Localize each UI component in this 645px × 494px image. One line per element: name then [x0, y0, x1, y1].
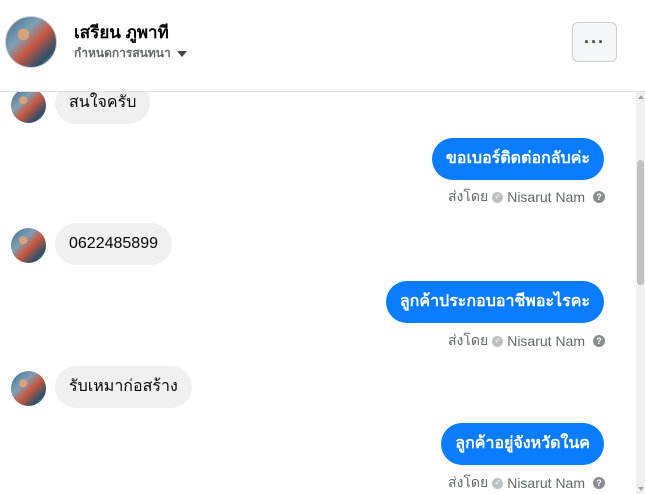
sender-name: Nisarut Nam [507, 189, 585, 205]
conversation-schedule-dropdown[interactable]: กำหนดการสนทนา [74, 44, 187, 63]
sender-avatar[interactable] [11, 371, 46, 406]
scroll-up-arrow-icon[interactable] [638, 95, 644, 99]
help-icon[interactable]: ? [593, 191, 605, 203]
check-circle-icon: ✓ [492, 477, 504, 489]
sent-by-label: ส่งโดย [448, 188, 489, 204]
conversation-header: เสรียน ภูพาที กำหนดการสนทนา ··· [0, 0, 645, 92]
message-thread: สนใจครับ ขอเบอร์ติดต่อกลับค่ะ ส่งโดย ✓ N… [0, 92, 636, 494]
sender-avatar[interactable] [11, 92, 46, 123]
outgoing-message[interactable]: ขอเบอร์ติดต่อกลับค่ะ [431, 138, 604, 180]
thread-scrollbar[interactable] [636, 92, 645, 494]
more-options-button[interactable]: ··· [572, 22, 617, 62]
incoming-message[interactable]: 0622485899 [55, 223, 172, 265]
caret-down-icon [176, 50, 187, 57]
incoming-message[interactable]: สนใจครับ [55, 92, 151, 124]
sender-name: Nisarut Nam [507, 333, 585, 349]
scrollbar-thumb[interactable] [637, 160, 644, 285]
contact-name[interactable]: เสรียน ภูพาที [74, 19, 169, 46]
outgoing-message[interactable]: ลูกค้าอยู่จังหวัดในค [441, 423, 604, 465]
sent-by-label: ส่งโดย [448, 474, 489, 490]
sent-by-row: ส่งโดย ✓ Nisarut Nam ? [448, 330, 605, 352]
help-icon[interactable]: ? [593, 477, 605, 489]
sender-avatar[interactable] [11, 228, 46, 263]
outgoing-message[interactable]: ลูกค้าประกอบอาชีพอะไรคะ [385, 281, 604, 323]
incoming-message[interactable]: รับเหมาก่อสร้าง [55, 366, 192, 408]
check-circle-icon: ✓ [492, 191, 504, 203]
conversation-schedule-label: กำหนดการสนทนา [74, 46, 171, 60]
more-horizontal-icon: ··· [584, 31, 605, 52]
sent-by-row: ส่งโดย ✓ Nisarut Nam ? [448, 472, 605, 494]
help-icon[interactable]: ? [593, 335, 605, 347]
check-circle-icon: ✓ [492, 335, 504, 347]
sent-by-label: ส่งโดย [448, 332, 489, 348]
contact-avatar[interactable] [5, 16, 57, 68]
sender-name: Nisarut Nam [507, 475, 585, 491]
scroll-down-arrow-icon[interactable] [638, 487, 644, 491]
sent-by-row: ส่งโดย ✓ Nisarut Nam ? [448, 186, 605, 208]
